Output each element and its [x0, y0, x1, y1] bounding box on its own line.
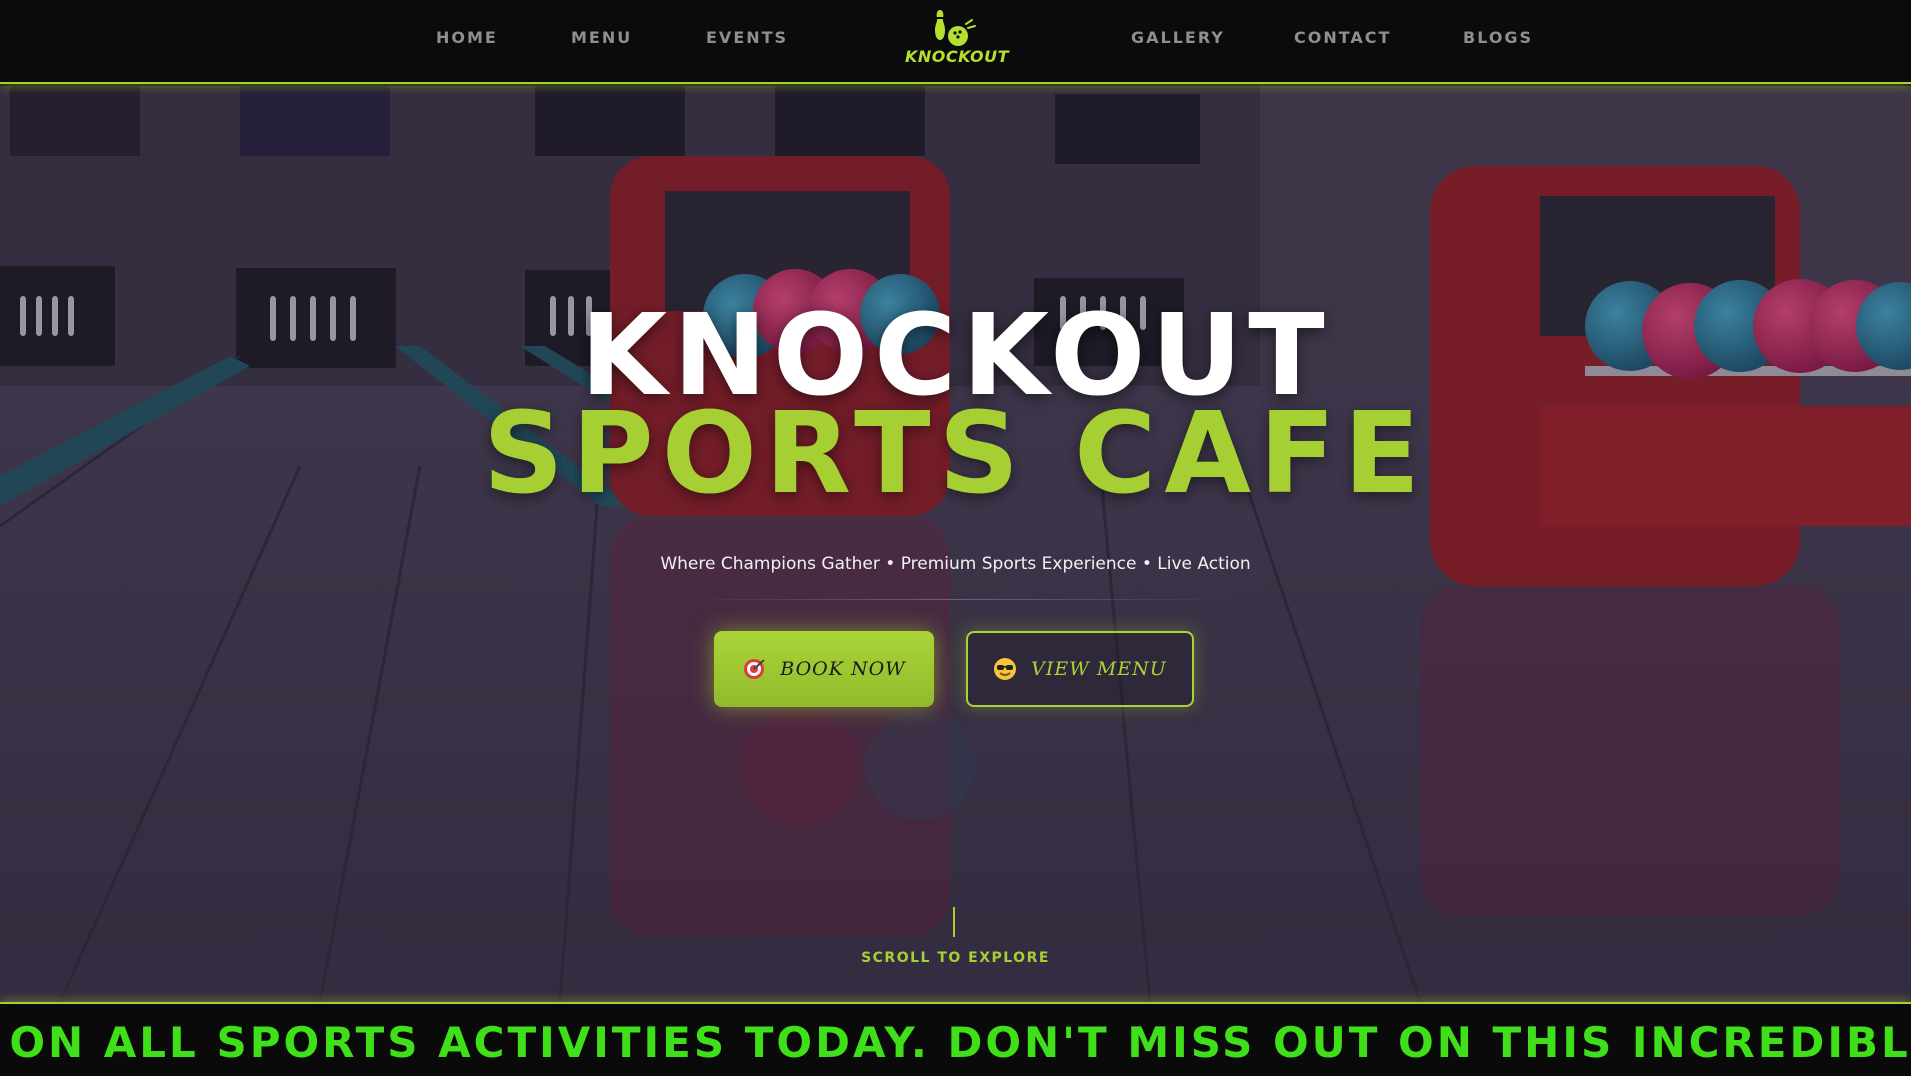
- sunglasses-emoji-icon: [994, 658, 1017, 680]
- view-menu-button[interactable]: VIEW MENU: [966, 631, 1194, 707]
- nav-link-gallery[interactable]: GALLERY: [1131, 28, 1225, 47]
- hero-tagline: Where Champions Gather • Premium Sports …: [660, 554, 1251, 574]
- nav-link-blogs[interactable]: BLOGS: [1463, 28, 1533, 47]
- nav-link-menu[interactable]: MENU: [571, 28, 632, 47]
- top-navigation: HOME MENU EVENTS KNOCKOUT GALLERY CONTAC…: [0, 0, 1911, 84]
- book-now-label: BOOK NOW: [780, 658, 906, 680]
- hero-title-line-2: SPORTS CAFE: [482, 389, 1429, 519]
- bowling-pin-ball-icon: [935, 10, 976, 46]
- scroll-indicator-line: [953, 907, 955, 937]
- promo-ticker-text: F ON ALL SPORTS ACTIVITIES TODAY. DON'T …: [0, 1018, 1911, 1067]
- promo-ticker: F ON ALL SPORTS ACTIVITIES TODAY. DON'T …: [0, 1002, 1911, 1076]
- target-icon: [744, 659, 765, 679]
- nav-link-home[interactable]: HOME: [436, 28, 498, 47]
- logo-wordmark: KNOCKOUT: [904, 47, 1009, 66]
- scroll-to-explore-label[interactable]: SCROLL TO EXPLORE: [0, 950, 1911, 966]
- view-menu-label: VIEW MENU: [1031, 658, 1167, 680]
- nav-link-contact[interactable]: CONTACT: [1294, 28, 1391, 47]
- knockout-logo[interactable]: KNOCKOUT: [896, 4, 1018, 68]
- nav-link-events[interactable]: EVENTS: [706, 28, 788, 47]
- hero-section: KNOCKOUT SPORTS CAFE Where Champions Gat…: [0, 86, 1911, 1002]
- book-now-button[interactable]: BOOK NOW: [714, 631, 934, 707]
- tagline-divider: [680, 599, 1230, 600]
